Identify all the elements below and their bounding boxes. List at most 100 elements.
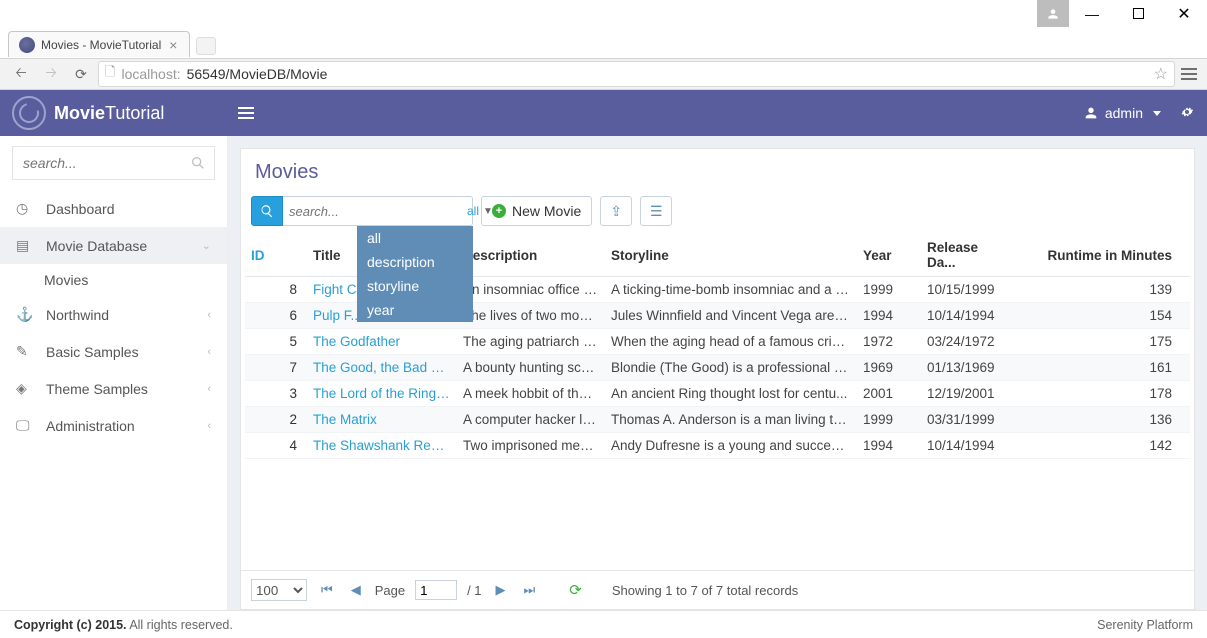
user-name: admin (1105, 105, 1143, 121)
window-minimize-button[interactable]: — (1069, 0, 1115, 27)
cell-title-link[interactable]: The Shawshank Rede... (307, 433, 457, 459)
nav-reload-button[interactable]: ⟳ (68, 61, 94, 87)
cell-description: The aging patriarch of... (457, 329, 605, 355)
cell-storyline: Jules Winnfield and Vincent Vega are t..… (605, 303, 857, 329)
dropdown-option-year[interactable]: year (357, 298, 473, 322)
database-icon: ▤ (16, 237, 34, 254)
col-header-storyline[interactable]: Storyline (605, 234, 857, 277)
cell-description: A computer hacker le... (457, 407, 605, 433)
cell-storyline: Blondie (The Good) is a professional g..… (605, 355, 857, 381)
cell-runtime: 139 (1006, 277, 1190, 303)
sidebar-search[interactable] (12, 146, 215, 180)
logo-icon (12, 96, 46, 130)
sidebar-subitem-movies[interactable]: Movies (0, 264, 227, 296)
cell-description: Two imprisoned men ... (457, 433, 605, 459)
table-row[interactable]: 5The GodfatherThe aging patriarch of...W… (245, 329, 1190, 355)
col-header-description[interactable]: Description (457, 234, 605, 277)
cell-year: 1969 (857, 355, 921, 381)
settings-cogs-button[interactable] (1179, 104, 1195, 123)
new-movie-button[interactable]: + New Movie (481, 196, 592, 226)
sidebar-toggle-button[interactable] (226, 107, 266, 119)
pager-next-button[interactable]: ▶ (492, 582, 510, 598)
cell-title-link[interactable]: The Lord of the Rings:... (307, 381, 457, 407)
cell-runtime: 136 (1006, 407, 1190, 433)
quicksearch-scope-caret-icon[interactable]: ▼ (483, 206, 493, 217)
sidebar-search-input[interactable] (23, 155, 184, 171)
cell-release-date: 10/14/1994 (921, 303, 1006, 329)
user-menu-button[interactable]: admin (1083, 105, 1161, 121)
cell-release-date: 10/15/1999 (921, 277, 1006, 303)
cell-title-link[interactable]: The Godfather (307, 329, 457, 355)
brand-strong: Movie (54, 103, 105, 123)
page-size-select[interactable]: 100 (251, 579, 307, 601)
nav-forward-button[interactable]: 🡢 (38, 61, 64, 87)
pager-page-input[interactable] (415, 580, 457, 600)
chevron-left-icon: ‹ (207, 346, 211, 358)
sidebar-item-dashboard[interactable]: ◷ Dashboard (0, 190, 227, 227)
plus-icon: + (492, 204, 506, 218)
sidebar-item-administration[interactable]: 🖵 Administration ‹ (0, 407, 227, 444)
cell-title-link[interactable]: The Good, the Bad an... (307, 355, 457, 381)
pager-first-button[interactable]: ⏮ (317, 582, 337, 598)
footer-copyright-strong: Copyright (c) 2015. (14, 618, 127, 632)
quicksearch-button[interactable] (251, 196, 283, 226)
pager-page-label: Page (375, 583, 405, 598)
sidebar-item-label: Theme Samples (46, 381, 148, 397)
col-header-release-date[interactable]: Release Da... (921, 234, 1006, 277)
col-header-runtime[interactable]: Runtime in Minutes (1006, 234, 1190, 277)
table-row[interactable]: 2The MatrixA computer hacker le...Thomas… (245, 407, 1190, 433)
cell-description: The lives of two mob ... (457, 303, 605, 329)
cell-storyline: A ticking-time-bomb insomniac and a s... (605, 277, 857, 303)
pager-showing-text: Showing 1 to 7 of 7 total records (612, 583, 798, 598)
dropdown-option-all[interactable]: all (357, 226, 473, 250)
tab-close-icon[interactable]: × (167, 37, 179, 53)
table-row[interactable]: 7The Good, the Bad an...A bounty hunting… (245, 355, 1190, 381)
cell-year: 1999 (857, 277, 921, 303)
dropdown-option-storyline[interactable]: storyline (357, 274, 473, 298)
quicksearch-scope[interactable]: all (467, 204, 479, 218)
cell-storyline: An ancient Ring thought lost for centu..… (605, 381, 857, 407)
cell-id: 4 (245, 433, 307, 459)
desktop-icon: 🖵 (16, 417, 34, 434)
cell-year: 1999 (857, 407, 921, 433)
sidebar-item-theme-samples[interactable]: ◈ Theme Samples ‹ (0, 370, 227, 407)
nav-back-button[interactable]: 🡠 (8, 61, 34, 87)
col-header-year[interactable]: Year (857, 234, 921, 277)
dropdown-option-description[interactable]: description (357, 250, 473, 274)
sidebar-item-movie-database[interactable]: ▤ Movie Database ⌄ (0, 227, 227, 264)
chevron-left-icon: ‹ (207, 420, 211, 432)
pager-refresh-button[interactable]: ⟳ (569, 581, 582, 599)
browser-tab[interactable]: Movies - MovieTutorial × (8, 31, 190, 57)
col-header-id[interactable]: ID (245, 234, 307, 277)
cell-year: 1994 (857, 433, 921, 459)
url-path: 56549/MovieDB/Movie (187, 66, 328, 82)
chevron-down-icon: ⌄ (202, 239, 211, 252)
cell-release-date: 12/19/2001 (921, 381, 1006, 407)
footer-platform[interactable]: Serenity Platform (1097, 618, 1193, 632)
cell-id: 3 (245, 381, 307, 407)
quicksearch-input[interactable] (289, 204, 467, 219)
window-close-button[interactable]: ✕ (1161, 0, 1207, 27)
cell-title-link[interactable]: The Matrix (307, 407, 457, 433)
cell-year: 1972 (857, 329, 921, 355)
page-info-icon[interactable]: 🗋 (105, 63, 115, 85)
excel-export-button[interactable]: ⇪ (600, 196, 632, 226)
pager-prev-button[interactable]: ◀ (347, 582, 365, 598)
sidebar-item-northwind[interactable]: ⚓ Northwind ‹ (0, 296, 227, 333)
sidebar-item-basic-samples[interactable]: ✎ Basic Samples ‹ (0, 333, 227, 370)
pager-last-button[interactable]: ⏭ (520, 582, 540, 598)
bookmark-star-icon[interactable]: ☆ (1154, 64, 1168, 84)
table-row[interactable]: 4The Shawshank Rede...Two imprisoned men… (245, 433, 1190, 459)
column-picker-button[interactable]: ☰ (640, 196, 672, 226)
diamond-icon: ◈ (16, 380, 34, 397)
table-row[interactable]: 3The Lord of the Rings:...A meek hobbit … (245, 381, 1190, 407)
new-tab-button[interactable] (196, 37, 216, 55)
browser-menu-button[interactable] (1179, 64, 1199, 84)
window-maximize-button[interactable] (1115, 0, 1161, 27)
url-field[interactable]: 🗋 localhost:56549/MovieDB/Movie ☆ (98, 61, 1175, 87)
chevron-left-icon: ‹ (207, 383, 211, 395)
sidebar-item-label: Northwind (46, 307, 109, 323)
brand-logo[interactable]: MovieTutorial (12, 96, 226, 130)
cell-description: A meek hobbit of the ... (457, 381, 605, 407)
sidebar-item-label: Basic Samples (46, 344, 139, 360)
